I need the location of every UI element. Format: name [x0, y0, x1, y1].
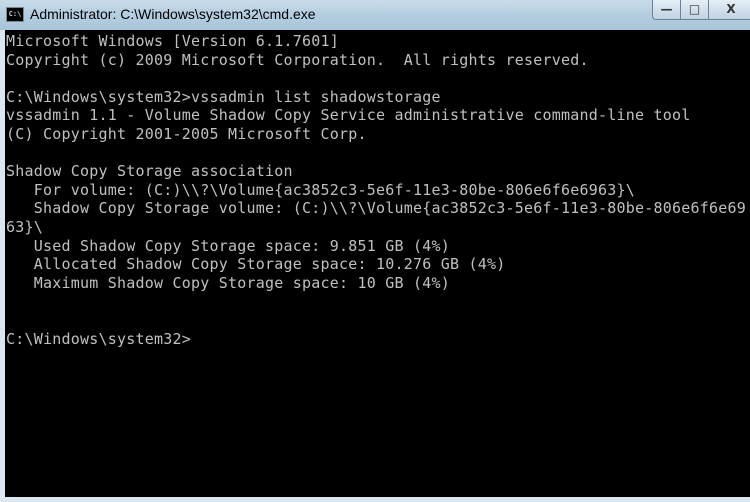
console-line: (C) Copyright 2001-2005 Microsoft Corp. [6, 124, 367, 143]
cmd-icon[interactable]: C:\ [6, 7, 24, 22]
window-title: Administrator: C:\Windows\system32\cmd.e… [30, 6, 316, 22]
maximize-icon: □ [688, 2, 701, 16]
console-line: C:\Windows\system32> [6, 329, 192, 348]
console-line: Shadow Copy Storage association [6, 162, 293, 181]
console-line: Microsoft Windows [Version 6.1.7601] [6, 32, 340, 50]
close-icon: X [726, 2, 736, 16]
console-output[interactable]: Microsoft Windows [Version 6.1.7601] Copy… [5, 30, 750, 497]
console-line: 63}\ [6, 217, 44, 236]
minimize-icon: — [660, 2, 673, 16]
console-lines: Microsoft Windows [Version 6.1.7601] Copy… [6, 32, 746, 348]
console-line: Copyright (c) 2009 Microsoft Corporation… [6, 50, 589, 69]
console-line: Maximum Shadow Copy Storage space: 10 GB… [6, 273, 451, 292]
close-button[interactable]: X [708, 0, 750, 20]
console-line: vssadmin 1.1 - Volume Shadow Copy Servic… [6, 106, 691, 125]
maximize-button[interactable]: □ [680, 0, 709, 20]
console-line: For volume: (C:)\\?\Volume{ac3852c3-5e6f… [6, 180, 636, 199]
console-line: Used Shadow Copy Storage space: 9.851 GB… [6, 236, 451, 255]
console-line: Allocated Shadow Copy Storage space: 10.… [6, 255, 506, 274]
console-line: Shadow Copy Storage volume: (C:)\\?\Volu… [6, 199, 747, 218]
console-line: C:\Windows\system32>vssadmin list shadow… [6, 87, 441, 106]
minimize-button[interactable]: — [652, 0, 681, 20]
title-bar[interactable]: C:\ Administrator: C:\Windows\system32\c… [0, 0, 750, 30]
